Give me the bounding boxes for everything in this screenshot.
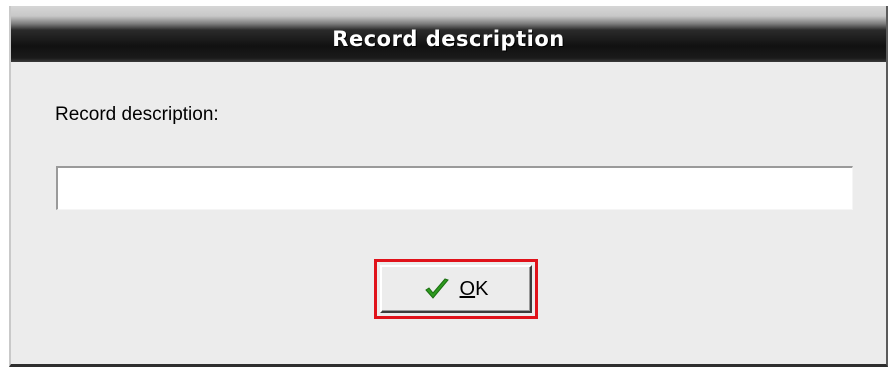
dialog-title: Record description <box>332 27 565 51</box>
record-description-input[interactable] <box>56 166 853 210</box>
dialog-titlebar[interactable]: Record description <box>11 6 886 62</box>
ok-button[interactable]: OK <box>380 265 532 313</box>
record-description-label: Record description: <box>55 104 219 125</box>
checkmark-icon <box>424 277 450 301</box>
ok-button-label: OK <box>459 277 489 300</box>
record-description-dialog: Record description Record description: O… <box>9 6 888 367</box>
